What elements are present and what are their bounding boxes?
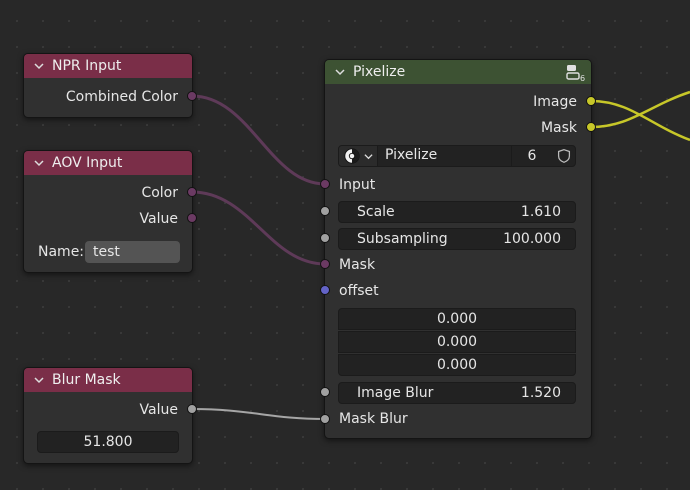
subsampling-socket[interactable] (320, 233, 330, 243)
aov-input-title: AOV Input (52, 155, 123, 171)
pixelize-title: Pixelize (353, 64, 406, 80)
aov-name-label: Name: (38, 244, 85, 260)
chevron-down-icon[interactable] (335, 67, 345, 77)
npr-input-title: NPR Input (52, 58, 122, 74)
blur-mask-title: Blur Mask (52, 372, 121, 388)
subsampling-field[interactable]: Subsampling 100.000 (338, 228, 576, 250)
fake-user-shield-icon[interactable] (555, 147, 573, 165)
subsampling-value: 100.000 (503, 231, 561, 247)
npr-input-header[interactable]: NPR Input (24, 54, 192, 78)
link-mask-out[interactable] (590, 90, 690, 129)
node-group-icon[interactable]: 6 (565, 62, 587, 82)
scale-field[interactable]: Scale 1.610 (338, 201, 576, 223)
blur-mask-value-field[interactable]: 51.800 (37, 431, 179, 453)
chevron-down-icon[interactable] (34, 158, 44, 168)
mask-output-socket[interactable] (586, 122, 596, 132)
input-socket-label: Input (339, 177, 376, 193)
scale-value: 1.610 (520, 204, 561, 220)
aov-name-field[interactable]: test (85, 241, 180, 263)
link-color-to-mask[interactable] (191, 190, 326, 266)
offset-z-value: 0.000 (436, 357, 478, 373)
node-group-selector[interactable]: Pixelize 6 (338, 145, 576, 167)
aov-value-socket[interactable] (187, 213, 197, 223)
offset-y-field[interactable]: 0.000 (338, 331, 576, 353)
aov-name-value: test (93, 244, 120, 260)
link-combined-color-to-input[interactable] (191, 94, 326, 186)
chevron-down-icon[interactable] (34, 375, 44, 385)
image-blur-field[interactable]: Image Blur 1.520 (338, 382, 576, 404)
mask-socket-label: Mask (339, 257, 376, 273)
node-group-user-count[interactable]: 6 (511, 146, 552, 166)
npr-input-node[interactable]: NPR Input Combined Color (23, 53, 193, 118)
pixelize-node[interactable]: Pixelize 6 Image Mask Pixelize 6 Input S… (324, 59, 592, 439)
blur-mask-value: 51.800 (83, 434, 133, 450)
node-tree-icon (344, 148, 360, 164)
blur-mask-value-label: Value (139, 402, 178, 418)
offset-x-field[interactable]: 0.000 (338, 308, 576, 330)
pixelize-image-output-label: Image (533, 94, 577, 110)
blur-mask-node[interactable]: Blur Mask Value 51.800 (23, 367, 193, 464)
combined-color-socket[interactable] (187, 91, 197, 101)
node-group-name[interactable]: Pixelize (385, 147, 437, 163)
aov-color-label: Color (141, 185, 178, 201)
link-value-to-mask-blur[interactable] (191, 408, 326, 420)
offset-y-value: 0.000 (436, 334, 478, 350)
aov-input-header[interactable]: AOV Input (24, 151, 192, 175)
offset-x-value: 0.000 (436, 311, 478, 327)
mask-blur-socket[interactable] (320, 414, 330, 424)
chevron-down-icon (364, 154, 373, 160)
mask-socket[interactable] (320, 259, 330, 269)
aov-color-socket[interactable] (187, 187, 197, 197)
scale-socket[interactable] (320, 206, 330, 216)
offset-socket-label: offset (339, 283, 379, 299)
aov-value-label: Value (139, 211, 178, 227)
scale-label: Scale (357, 204, 395, 220)
node-tree-browse-button[interactable] (339, 146, 378, 166)
user-count-value: 6 (527, 148, 537, 164)
chevron-down-icon[interactable] (34, 61, 44, 71)
pixelize-mask-output-label: Mask (540, 120, 577, 136)
image-blur-socket[interactable] (320, 387, 330, 397)
link-image-out[interactable] (590, 99, 690, 142)
subsampling-label: Subsampling (357, 231, 448, 247)
aov-input-node[interactable]: AOV Input Color Value Name: test (23, 150, 193, 273)
mask-blur-socket-label: Mask Blur (339, 411, 408, 427)
pixelize-header[interactable]: Pixelize 6 (325, 60, 591, 84)
blur-mask-value-socket[interactable] (187, 404, 197, 414)
offset-z-field[interactable]: 0.000 (338, 354, 576, 376)
input-socket[interactable] (320, 179, 330, 189)
image-output-socket[interactable] (586, 96, 596, 106)
blur-mask-header[interactable]: Blur Mask (24, 368, 192, 392)
svg-text:6: 6 (580, 74, 585, 82)
combined-color-label: Combined Color (65, 89, 178, 105)
offset-socket[interactable] (320, 285, 330, 295)
image-blur-value: 1.520 (520, 385, 561, 401)
image-blur-label: Image Blur (357, 385, 434, 401)
